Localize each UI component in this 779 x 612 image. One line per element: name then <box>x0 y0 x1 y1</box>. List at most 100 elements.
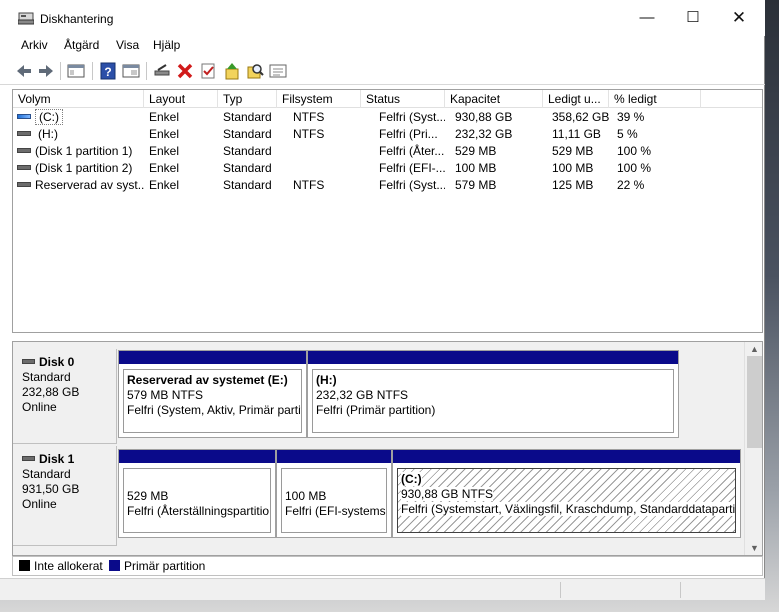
partition-size: 930,88 GB NTFS <box>401 487 735 502</box>
column-header-volym[interactable]: Volym <box>13 90 144 108</box>
filesystem-cell: NTFS <box>293 110 325 124</box>
settings-icon[interactable] <box>268 61 288 81</box>
connect-icon[interactable] <box>152 61 172 81</box>
properties-icon[interactable] <box>121 61 141 81</box>
partition-status: Felfri (Systemstart, Växlingsfil, Krasch… <box>401 502 735 517</box>
capacity-cell: 529 MB <box>455 144 497 158</box>
wizard-icon[interactable] <box>222 61 242 81</box>
volume-name: Reserverad av syst... <box>35 178 144 192</box>
partition-body: (H:) 232,32 GB NTFS Felfri (Primär parti… <box>312 369 674 433</box>
check-icon[interactable] <box>198 61 218 81</box>
layout-cell: Enkel <box>149 127 180 141</box>
partition-efi[interactable]: 100 MB Felfri (EFI-systemsp <box>276 449 392 538</box>
free-space-cell: 11,11 GB <box>552 127 601 141</box>
disk-management-app-icon <box>18 12 34 25</box>
type-cell: Standard <box>223 110 272 124</box>
partition-size-text: 930,88 GB NTFS <box>401 487 494 501</box>
volume-name-cell: (Disk 1 partition 1) <box>17 143 144 160</box>
volume-row[interactable]: (Disk 1 partition 2) Enkel Standard Felf… <box>13 160 762 177</box>
primary-partition-bar <box>308 351 678 364</box>
status-cell: Felfri (Åter... <box>379 144 445 158</box>
capacity-cell: 232,32 GB <box>455 127 513 141</box>
type-cell: Standard <box>223 144 272 158</box>
column-header-procent-ledigt[interactable]: % ledigt <box>609 90 701 108</box>
forward-arrow-icon[interactable] <box>36 61 56 81</box>
toolbar-separator <box>60 62 61 80</box>
percent-free-cell: 100 % <box>617 144 652 158</box>
scroll-up-icon[interactable]: ▲ <box>745 342 762 356</box>
type-cell: Standard <box>223 161 272 175</box>
column-header-kapacitet[interactable]: Kapacitet <box>445 90 543 108</box>
column-header-status[interactable]: Status <box>361 90 445 108</box>
back-arrow-icon[interactable] <box>14 61 34 81</box>
vertical-scrollbar[interactable]: ▲ ▼ <box>744 342 762 555</box>
disk-icon <box>22 359 35 365</box>
toolbar-separator <box>146 62 147 80</box>
status-segment <box>680 582 681 598</box>
layout-cell: Enkel <box>149 144 180 158</box>
primary-partition-bar <box>119 351 306 364</box>
partition-status: Felfri (System, Aktiv, Primär partit <box>127 403 302 417</box>
toolbar-separator <box>92 62 93 80</box>
volume-name: (Disk 1 partition 2) <box>35 161 133 175</box>
disk-name: Disk 0 <box>39 355 75 369</box>
unallocated-swatch <box>19 560 30 571</box>
drive-icon <box>17 131 31 137</box>
disk-0-label[interactable]: Disk 0 Standard 232,88 GB Online <box>13 349 117 444</box>
minimize-button[interactable]: — <box>624 0 670 36</box>
drive-icon <box>17 148 31 154</box>
column-header-filsystem[interactable]: Filsystem <box>277 90 361 108</box>
column-header-layout[interactable]: Layout <box>144 90 218 108</box>
console-tree-icon[interactable] <box>66 61 86 81</box>
maximize-button[interactable]: ☐ <box>670 0 716 36</box>
volume-row[interactable]: (Disk 1 partition 1) Enkel Standard Felf… <box>13 143 762 160</box>
status-cell: Felfri (Pri... <box>379 127 438 141</box>
partition-reserved-e[interactable]: Reserverad av systemet (E:) 579 MB NTFS … <box>118 350 307 438</box>
percent-free-cell: 39 % <box>617 110 645 124</box>
help-icon[interactable]: ? <box>98 61 118 81</box>
layout-cell: Enkel <box>149 161 180 175</box>
partition-c[interactable]: (C:) 930,88 GB NTFS Felfri (Systemstart,… <box>392 449 741 538</box>
disk-state: Online <box>22 497 57 511</box>
disk-kind: Standard <box>22 467 71 481</box>
search-icon[interactable] <box>245 61 265 81</box>
menu-atgard[interactable]: Åtgärd <box>64 38 99 52</box>
filesystem-cell: NTFS <box>293 127 325 141</box>
disk-graphical-view[interactable]: Disk 0 Standard 232,88 GB Online Reserve… <box>12 341 763 556</box>
volume-row[interactable]: (C:) Enkel Standard NTFS Felfri (Syst...… <box>13 109 762 126</box>
column-header-ledigt[interactable]: Ledigt u... <box>543 90 609 108</box>
legend-bar: Inte allokerat Primär partition <box>12 556 763 576</box>
disk-1-label[interactable]: Disk 1 Standard 931,50 GB Online <box>13 446 117 546</box>
primary-partition-bar <box>393 450 740 463</box>
menu-hjalp[interactable]: Hjälp <box>153 38 180 52</box>
toolbar: ? <box>0 57 765 85</box>
primary-partition-bar <box>119 450 275 463</box>
menu-arkiv[interactable]: Arkiv <box>21 38 48 52</box>
partition-recovery[interactable]: 529 MB Felfri (Återställningspartitio <box>118 449 276 538</box>
column-header-typ[interactable]: Typ <box>218 90 277 108</box>
svg-text:?: ? <box>104 65 111 79</box>
partition-name: Reserverad av systemet (E:) <box>127 373 288 387</box>
percent-free-cell: 5 % <box>617 127 638 141</box>
scrollbar-thumb[interactable] <box>747 356 762 448</box>
close-button[interactable]: ✕ <box>716 0 762 36</box>
volume-name: (H:) <box>38 127 58 141</box>
volume-list[interactable]: Volym Layout Typ Filsystem Status Kapaci… <box>12 89 763 333</box>
volume-row[interactable]: Reserverad av syst... Enkel Standard NTF… <box>13 177 762 194</box>
title-bar[interactable]: Diskhantering — ☐ ✕ <box>0 0 765 36</box>
volume-row[interactable]: (H:) Enkel Standard NTFS Felfri (Pri... … <box>13 126 762 143</box>
volume-name: (Disk 1 partition 1) <box>35 144 133 158</box>
scroll-down-icon[interactable]: ▼ <box>745 541 762 555</box>
partition-h[interactable]: (H:) 232,32 GB NTFS Felfri (Primär parti… <box>307 350 679 438</box>
capacity-cell: 579 MB <box>455 178 497 192</box>
layout-cell: Enkel <box>149 178 180 192</box>
menu-bar: Arkiv Åtgärd Visa Hjälp <box>0 36 765 56</box>
partition-size: 100 MB <box>285 489 327 503</box>
volume-name-cell: Reserverad av syst... <box>17 177 144 194</box>
menu-visa[interactable]: Visa <box>116 38 139 52</box>
partition-status: Felfri (Primär partition) <box>316 403 436 417</box>
delete-icon[interactable] <box>175 61 195 81</box>
layout-cell: Enkel <box>149 110 180 124</box>
free-space-cell: 358,62 GB <box>552 110 609 124</box>
disk-icon <box>22 456 35 462</box>
